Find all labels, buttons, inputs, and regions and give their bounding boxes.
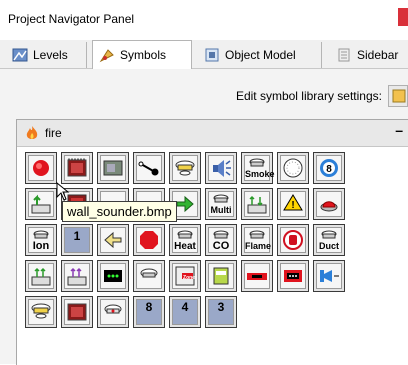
- library-header[interactable]: fire –: [17, 120, 408, 147]
- symbol-sprinkler[interactable]: 8: [313, 152, 345, 184]
- symbol-co-label: CO: [212, 240, 230, 252]
- symbol-heat-label: Heat: [174, 241, 196, 252]
- symbol-pull-lever[interactable]: [133, 152, 165, 184]
- symbol-ion-label: Ion: [32, 240, 50, 252]
- collapse-button[interactable]: –: [395, 122, 403, 138]
- symbol-detector-yellow[interactable]: [25, 296, 57, 328]
- object-model-icon: [204, 47, 220, 63]
- symbol-input-arrows-green[interactable]: [25, 260, 57, 292]
- settings-label: Edit symbol library settings:: [235, 89, 382, 103]
- symbol-speaker[interactable]: [205, 152, 237, 184]
- svg-text:8: 8: [326, 164, 332, 175]
- symbol-tooltip: wall_sounder.bmp: [62, 201, 177, 222]
- library-name: fire: [45, 126, 62, 140]
- symbol-horn-blue[interactable]: [313, 260, 345, 292]
- symbol-zone-4[interactable]: 4: [169, 296, 201, 328]
- symbol-panel-maroon-2[interactable]: [61, 296, 93, 328]
- symbol-keypad[interactable]: [97, 260, 129, 292]
- tab-sidebar[interactable]: Sidebar: [330, 42, 408, 68]
- tab-levels[interactable]: Levels: [6, 42, 87, 68]
- symbol-clock[interactable]: [277, 152, 309, 184]
- symbol-zone-panel[interactable]: Zone: [169, 260, 201, 292]
- library-panel: fire – Smoke 8 Multi ! Ion 1 Heat CO Fla…: [16, 119, 408, 365]
- mouse-cursor-icon: [56, 182, 70, 201]
- levels-icon: [12, 47, 28, 63]
- symbol-3-label: 3: [217, 300, 225, 314]
- symbol-warning[interactable]: !: [277, 188, 309, 220]
- symbol-strip-red[interactable]: [241, 260, 273, 292]
- symbol-flame-detector[interactable]: Flame: [241, 224, 273, 256]
- symbol-arrow-left[interactable]: [97, 224, 129, 256]
- symbol-panel-maroon[interactable]: [61, 152, 93, 184]
- tab-symbols[interactable]: Symbols: [92, 40, 192, 69]
- close-tab-marker[interactable]: [398, 8, 408, 26]
- symbol-multi-label: Multi: [210, 205, 232, 215]
- symbols-icon: [99, 47, 115, 63]
- settings-row: Edit symbol library settings:: [0, 85, 408, 107]
- symbol-1-label: 1: [73, 229, 81, 243]
- symbol-zone-3[interactable]: 3: [205, 296, 237, 328]
- window-title: Project Navigator Panel: [8, 12, 135, 26]
- symbol-ion-detector[interactable]: Ion: [25, 224, 57, 256]
- symbol-heat-detector[interactable]: Heat: [169, 224, 201, 256]
- symbol-co-detector[interactable]: CO: [205, 224, 237, 256]
- symbol-smoke-detector[interactable]: Smoke: [241, 152, 275, 184]
- svg-text:!: !: [291, 200, 294, 211]
- symbol-output-arrows[interactable]: [241, 188, 273, 220]
- library-settings-button[interactable]: [388, 85, 408, 107]
- tab-object-model-label: Object Model: [225, 48, 296, 62]
- fire-icon: [25, 125, 39, 144]
- symbol-zone-label: Zone: [183, 275, 195, 281]
- symbol-detector[interactable]: [169, 152, 201, 184]
- symbol-module-green[interactable]: [205, 260, 237, 292]
- symbol-circle-red[interactable]: [277, 224, 309, 256]
- symbol-control-unit[interactable]: [97, 152, 129, 184]
- symbol-input-arrows-purple[interactable]: [61, 260, 93, 292]
- symbol-beacon-red[interactable]: [313, 188, 345, 220]
- symbol-zone-8[interactable]: 8: [133, 296, 165, 328]
- title-bar: Project Navigator Panel: [0, 0, 408, 36]
- tab-symbols-label: Symbols: [120, 48, 167, 62]
- symbol-smoke-label: Smoke: [245, 169, 275, 179]
- tab-sidebar-label: Sidebar: [357, 48, 399, 62]
- sidebar-icon: [336, 47, 352, 63]
- symbol-4-label: 4: [181, 300, 189, 314]
- symbol-keypad-red[interactable]: [277, 260, 309, 292]
- symbol-detector-red-led[interactable]: [97, 296, 129, 328]
- symbol-flame-label: Flame: [245, 241, 272, 251]
- symbol-output-arrow-green[interactable]: [25, 188, 57, 220]
- symbol-stop-red[interactable]: [133, 224, 165, 256]
- symbol-alarm-red[interactable]: [25, 152, 57, 184]
- symbol-zone-1[interactable]: 1: [61, 224, 93, 256]
- symbol-duct-detector[interactable]: Duct: [313, 224, 345, 256]
- symbol-detector-small[interactable]: [133, 260, 165, 292]
- tab-strip: Levels Symbols Object Model Sidebar: [0, 40, 408, 69]
- symbol-8-label: 8: [145, 300, 153, 314]
- symbol-duct-label: Duct: [319, 241, 339, 251]
- symbol-multi-detector[interactable]: Multi: [205, 188, 237, 220]
- tab-levels-label: Levels: [33, 48, 68, 62]
- tab-object-model[interactable]: Object Model: [198, 42, 322, 68]
